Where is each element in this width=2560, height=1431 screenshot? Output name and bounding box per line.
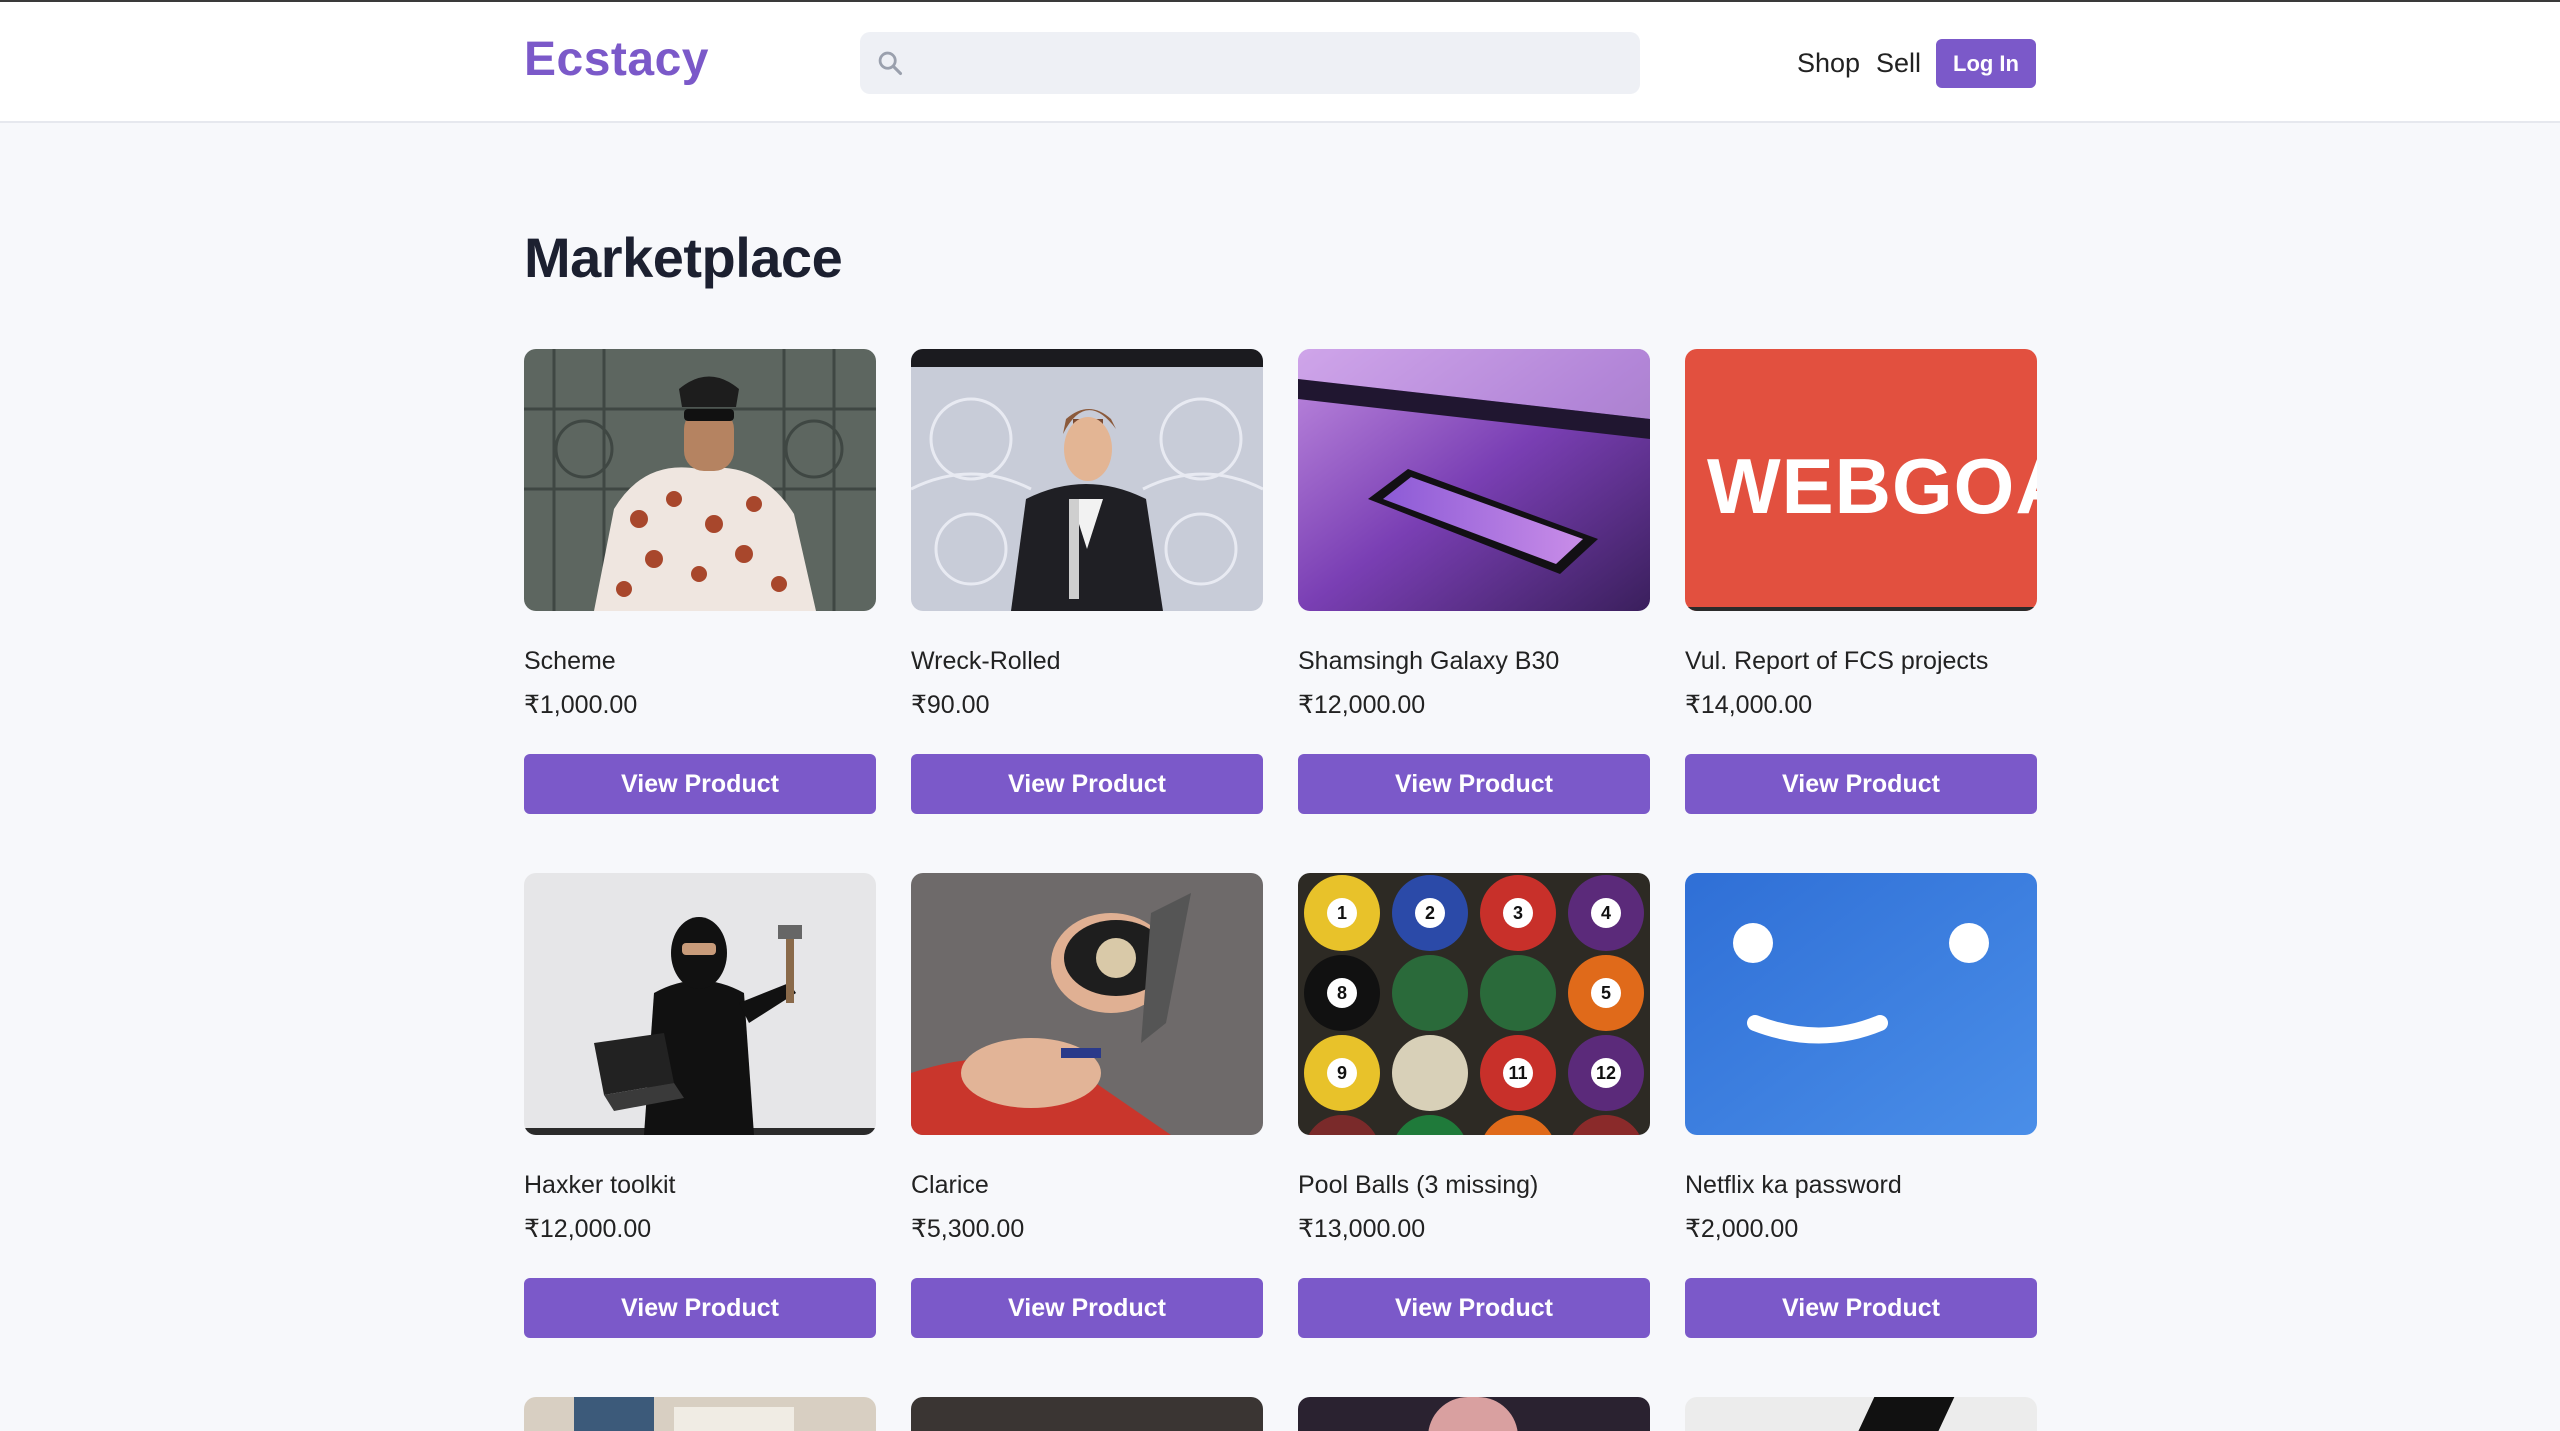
search-input[interactable] [920,32,1620,94]
login-button[interactable]: Log In [1936,39,2036,88]
product-image-partial[interactable] [1298,1397,1650,1431]
product-image-clarice[interactable] [911,873,1263,1135]
pool-ball: 1 [1298,873,1386,953]
view-product-button[interactable]: View Product [524,754,876,814]
product-image-netflix-password[interactable] [1685,873,2037,1135]
product-image-pool-balls[interactable]: 12348591112151413 [1298,873,1650,1135]
product-price: ₹14,000.00 [1685,691,1813,719]
product-price: ₹1,000.00 [524,691,638,719]
product-name[interactable]: Wreck-Rolled [911,647,1263,676]
product-card: 12348591112151413 Pool Balls (3 missing)… [1298,873,1650,1338]
site-header: Ecstacy Shop Sell Log In [0,2,2560,123]
pool-ball-empty [1562,1113,1650,1135]
pool-ball-number: 8 [1327,978,1357,1008]
pool-ball-number: 4 [1591,898,1621,928]
product-image-haxker-toolkit[interactable] [524,873,876,1135]
pool-ball-empty [1386,1033,1474,1113]
product-price: ₹5,300.00 [911,1215,1025,1243]
product-image-shamsingh-galaxy-b30[interactable] [1298,349,1650,611]
view-product-button[interactable]: View Product [911,754,1263,814]
view-product-button[interactable]: View Product [524,1278,876,1338]
pool-ball: 11 [1474,1033,1562,1113]
product-name[interactable]: Haxker toolkit [524,1171,876,1200]
pool-ball-number: 3 [1503,898,1533,928]
pool-ball: 15 [1298,1113,1386,1135]
pool-ball: 8 [1298,953,1386,1033]
product-card: Clarice ₹5,300.00 View Product [911,873,1263,1338]
product-name[interactable]: Scheme [524,647,876,676]
search-icon [878,51,903,76]
pool-ball-number: 5 [1591,978,1621,1008]
nav-sell-link[interactable]: Sell [1876,48,1921,79]
product-image-partial[interactable] [1685,1397,2037,1431]
pool-ball-number: 9 [1327,1058,1357,1088]
product-price: ₹12,000.00 [1298,691,1426,719]
view-product-button[interactable]: View Product [1298,754,1650,814]
pool-ball-number: 12 [1591,1058,1621,1088]
search-bar[interactable] [860,32,1640,94]
product-card: Wreck-Rolled ₹90.00 View Product [911,349,1263,814]
pool-ball: 3 [1474,873,1562,953]
view-product-button[interactable]: View Product [1685,754,2037,814]
product-image-partial[interactable] [911,1397,1263,1431]
product-price: ₹12,000.00 [524,1215,652,1243]
product-name[interactable]: Pool Balls (3 missing) [1298,1171,1650,1200]
pool-ball-empty [1474,953,1562,1033]
product-card: Haxker toolkit ₹12,000.00 View Product [524,873,876,1338]
pool-ball: 5 [1562,953,1650,1033]
view-product-button[interactable]: View Product [1298,1278,1650,1338]
pool-ball-number: 2 [1415,898,1445,928]
product-image-scheme[interactable] [524,349,876,611]
product-image-vul-report[interactable]: WEBGOA [1685,349,2037,611]
view-product-button[interactable]: View Product [911,1278,1263,1338]
pool-ball: 13 [1474,1113,1562,1135]
product-price: ₹2,000.00 [1685,1215,1799,1243]
pool-ball: 14 [1386,1113,1474,1135]
pool-ball: 9 [1298,1033,1386,1113]
pool-ball-empty [1386,953,1474,1033]
product-image-wreck-rolled[interactable] [911,349,1263,611]
product-name[interactable]: Netflix ka password [1685,1171,2037,1200]
product-image-partial[interactable] [524,1397,876,1431]
product-name[interactable]: Shamsingh Galaxy B30 [1298,647,1650,676]
product-name[interactable]: Vul. Report of FCS projects [1685,647,2037,676]
product-card: Scheme ₹1,000.00 View Product [524,349,876,814]
product-price: ₹90.00 [911,691,990,719]
view-product-button[interactable]: View Product [1685,1278,2037,1338]
pool-ball-number: 1 [1327,898,1357,928]
webgoat-logo-text: WEBGOA [1707,442,2037,530]
product-name[interactable]: Clarice [911,1171,1263,1200]
page-title: Marketplace [524,226,843,289]
product-price: ₹13,000.00 [1298,1215,1426,1243]
pool-ball-number: 11 [1503,1058,1533,1088]
pool-ball: 12 [1562,1033,1650,1113]
product-card: Netflix ka password ₹2,000.00 View Produ… [1685,873,2037,1338]
nav-shop-link[interactable]: Shop [1797,48,1860,79]
pool-balls-grid: 12348591112151413 [1298,873,1650,1135]
pool-ball: 4 [1562,873,1650,953]
product-card: Shamsingh Galaxy B30 ₹12,000.00 View Pro… [1298,349,1650,814]
product-card: WEBGOA Vul. Report of FCS projects ₹14,0… [1685,349,2037,814]
pool-ball: 2 [1386,873,1474,953]
site-logo[interactable]: Ecstacy [524,32,709,87]
